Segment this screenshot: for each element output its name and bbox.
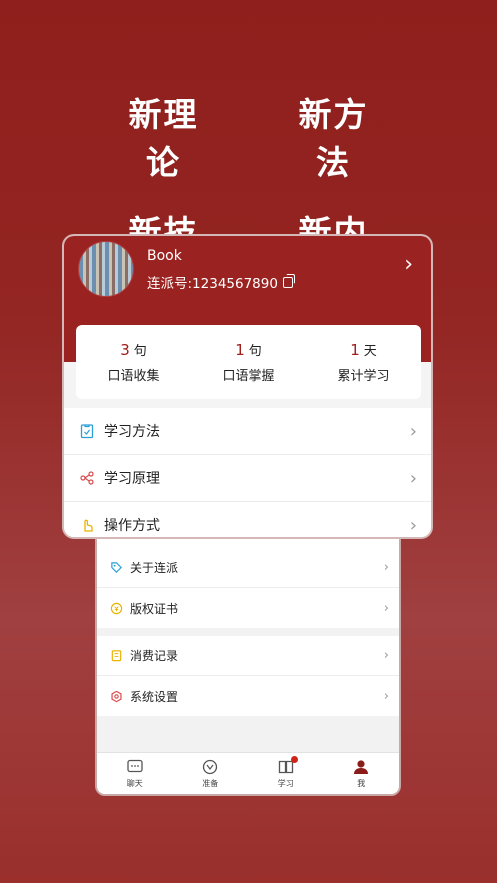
stat-label: 口语掌握 xyxy=(222,369,275,384)
stat-value: 3 xyxy=(120,341,130,359)
menu-item-label: 学习原理 xyxy=(104,471,160,487)
hand-pointer-icon xyxy=(78,516,96,534)
menu-item-operation-mode[interactable]: 操作方式 › xyxy=(64,502,431,537)
menu-item-label: 消费记录 xyxy=(130,649,179,663)
slogan-text: 新方法 xyxy=(298,95,369,182)
menu-item-system-settings[interactable]: 系统设置 › xyxy=(97,676,399,716)
tag-icon xyxy=(109,561,123,575)
menu-item-label: 系统设置 xyxy=(130,689,179,704)
tab-chat[interactable]: 聊天 xyxy=(97,753,173,794)
user-id-text: 连派号:1234567890 xyxy=(147,276,278,292)
chevron-right-icon: › xyxy=(383,648,389,663)
tab-label: 聊天 xyxy=(126,779,143,788)
settings-group: 消费记录 › 系统设置 › xyxy=(97,636,399,716)
chevron-right-icon: › xyxy=(383,600,389,616)
stat-days[interactable]: 1天 累计学习 xyxy=(306,325,421,399)
chevron-right-icon: › xyxy=(409,467,417,489)
stats-panel: 3句 口语收集 1句 口语掌握 1天 累计学习 xyxy=(76,325,421,399)
coin-icon xyxy=(109,601,123,615)
copy-icon[interactable] xyxy=(282,273,295,288)
person-icon xyxy=(352,758,370,776)
stat-value: 1 xyxy=(350,341,360,359)
notification-badge xyxy=(290,756,298,763)
tab-label: 学习 xyxy=(277,779,294,788)
slogan-text: 新理论 xyxy=(128,95,199,182)
avatar[interactable] xyxy=(78,241,134,297)
chat-icon xyxy=(126,758,144,776)
book-icon xyxy=(277,756,298,776)
menu-item-label: 学习方法 xyxy=(104,424,160,440)
tab-label: 我 xyxy=(357,779,366,788)
tab-me[interactable]: 我 xyxy=(324,753,400,794)
clipboard-icon xyxy=(78,422,96,440)
chevron-right-icon: › xyxy=(409,420,417,442)
tab-label: 准备 xyxy=(202,779,219,788)
stat-unit: 天 xyxy=(363,344,377,359)
stat-value: 1 xyxy=(235,341,245,359)
profile-card: Book 连派号:1234567890 › 3句 口语收集 1句 口语掌握 1天… xyxy=(62,234,433,539)
main-menu: 学习方法 › 学习原理 › 操作方式 › xyxy=(64,408,431,537)
tab-study[interactable]: 学习 xyxy=(248,753,324,794)
chevron-right-icon: › xyxy=(409,514,417,536)
prepare-icon xyxy=(201,758,219,776)
stat-unit: 句 xyxy=(248,344,262,359)
tab-prepare[interactable]: 准备 xyxy=(173,753,249,794)
phone-screen-mockup: 关于连派 › 版权证书 › 消费记录 › 系统设置 › 聊天 准备 学习 我 xyxy=(95,520,401,796)
stat-label: 口语收集 xyxy=(107,369,160,384)
stat-label: 累计学习 xyxy=(337,369,390,384)
molecule-icon xyxy=(78,469,96,487)
menu-item-label: 版权证书 xyxy=(130,601,179,616)
settings-icon xyxy=(109,689,123,703)
menu-item-study-principle[interactable]: 学习原理 › xyxy=(64,455,431,502)
receipt-icon xyxy=(109,649,123,663)
menu-item-study-method[interactable]: 学习方法 › xyxy=(64,408,431,455)
menu-item-label: 关于连派 xyxy=(130,561,179,575)
user-id: 连派号:1234567890 xyxy=(147,272,295,292)
chevron-right-icon: › xyxy=(383,560,389,575)
bottom-tab-bar: 聊天 准备 学习 我 xyxy=(97,752,399,794)
user-name: Book xyxy=(147,248,182,264)
stat-mastered[interactable]: 1句 口语掌握 xyxy=(191,325,306,399)
chevron-right-icon: › xyxy=(383,688,389,704)
chevron-right-icon[interactable]: › xyxy=(404,252,413,277)
menu-item-purchase-history[interactable]: 消费记录 › xyxy=(97,636,399,676)
menu-item-about[interactable]: 关于连派 › xyxy=(97,548,399,588)
stat-unit: 句 xyxy=(133,344,147,359)
stat-collected[interactable]: 3句 口语收集 xyxy=(76,325,191,399)
menu-item-label: 操作方式 xyxy=(104,518,160,534)
menu-item-copyright[interactable]: 版权证书 › xyxy=(97,588,399,628)
